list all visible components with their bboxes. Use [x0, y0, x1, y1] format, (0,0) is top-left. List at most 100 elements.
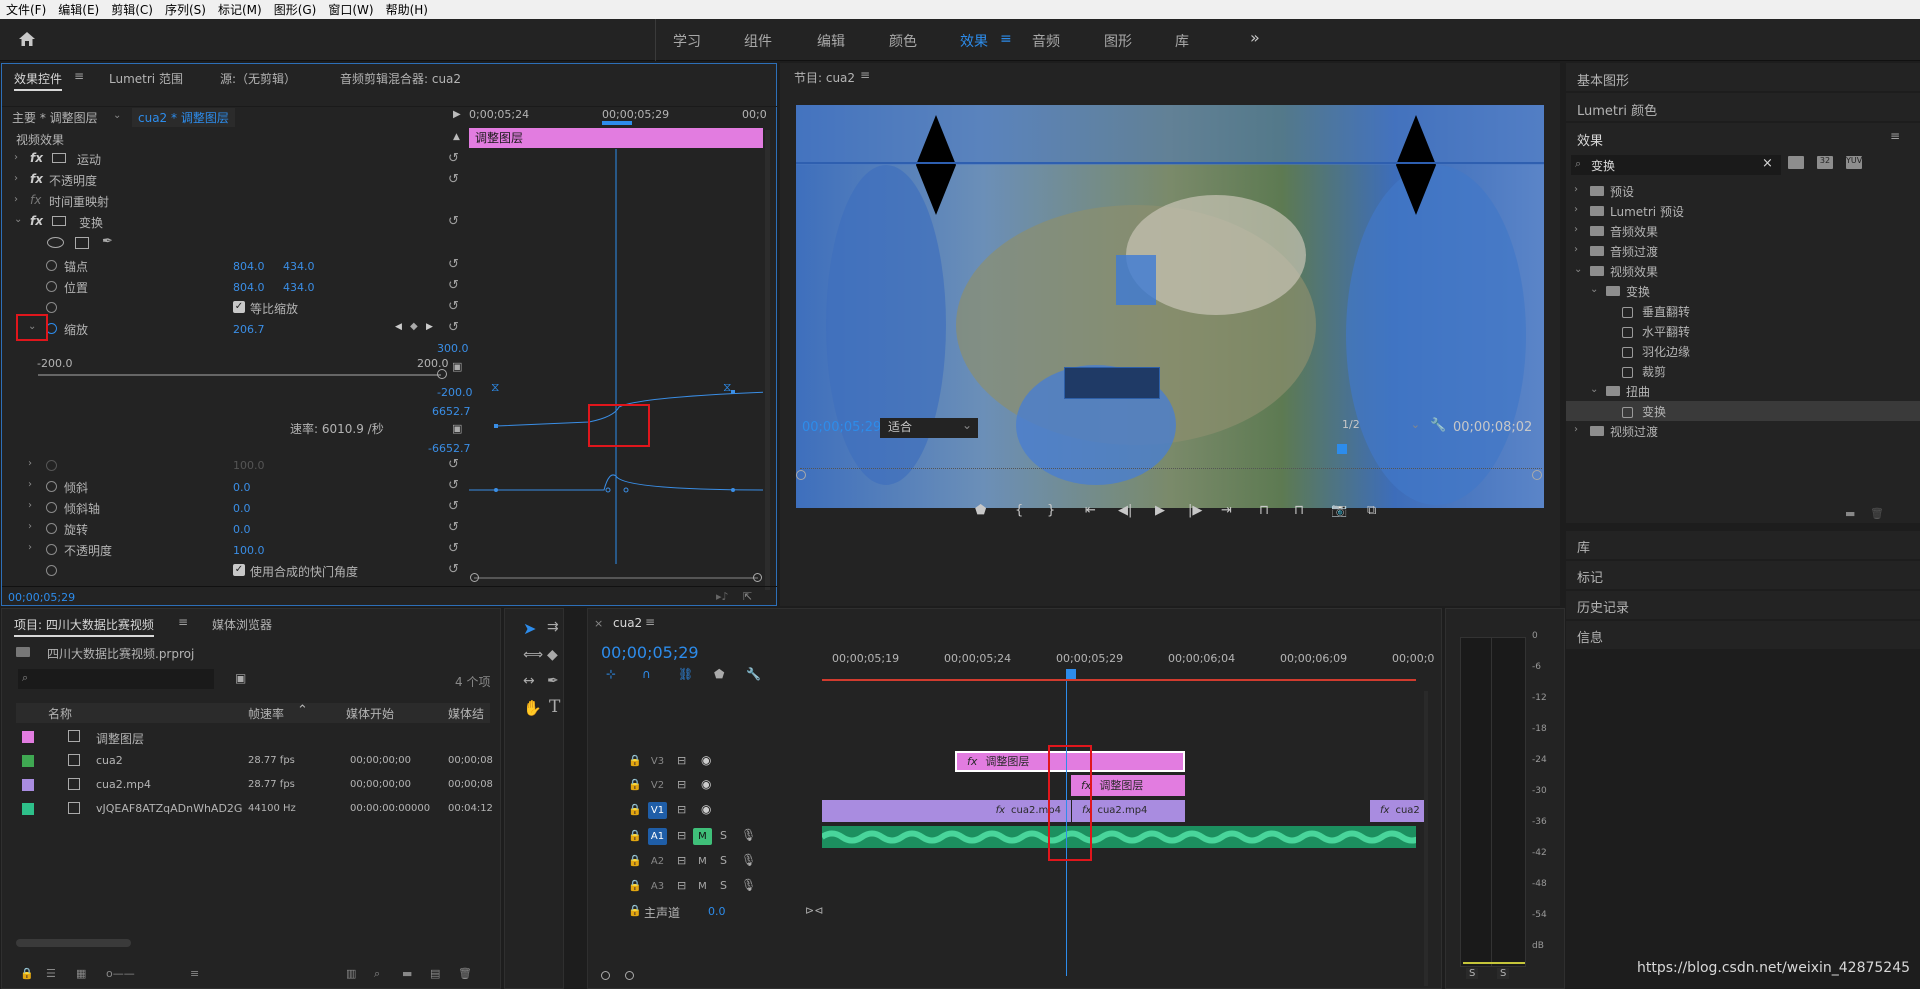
track-target-button[interactable]: A2 — [648, 853, 667, 870]
tab-project[interactable]: 项目: 四川大数据比赛视频 — [14, 616, 154, 637]
solo-button[interactable]: S — [720, 879, 727, 892]
playhead[interactable] — [1337, 444, 1347, 454]
workspace-menu-icon[interactable]: ≡ — [1000, 31, 1012, 47]
reset-icon[interactable]: ↺ — [448, 257, 459, 272]
graph-menu-icon[interactable]: ▣ — [452, 422, 462, 435]
menu-item[interactable]: 剪辑(C) — [105, 1, 159, 18]
panel-menu-icon[interactable]: ≡ — [74, 69, 84, 83]
graph-menu-icon[interactable]: ▣ — [452, 360, 462, 373]
sort-icon[interactable]: ≡ — [190, 967, 199, 980]
track-select-icon[interactable]: ⇉ — [547, 619, 559, 635]
ellipse-mask-icon[interactable] — [47, 237, 64, 248]
reset-icon[interactable]: ↺ — [448, 562, 459, 577]
master-volume[interactable]: 0.0 — [708, 905, 726, 918]
solo-button[interactable]: S — [720, 854, 727, 867]
razor-tool-icon[interactable]: ◆ — [547, 647, 558, 663]
new-bin-icon[interactable]: ▬ — [402, 967, 412, 980]
menu-item[interactable]: 图形(G) — [268, 1, 323, 18]
project-row[interactable]: cua2.mp4 28.77 fps 00;00;00;00 00;00;08 — [16, 775, 493, 797]
filter-icon[interactable]: ▸♪ — [716, 590, 729, 603]
graph-scrollbar[interactable] — [474, 577, 758, 579]
lock-icon[interactable]: 🔒 — [20, 967, 34, 980]
export-frame-icon[interactable]: 📷 — [1331, 503, 1347, 518]
effects-tree-item[interactable]: › 视频过渡 — [1566, 421, 1920, 441]
lumetri-color-tab[interactable]: Lumetri 颜色 — [1577, 100, 1657, 119]
position-y-value[interactable]: 434.0 — [283, 281, 315, 294]
sidebar-section[interactable]: 库 — [1566, 531, 1920, 559]
find-icon[interactable]: ⌕ — [374, 967, 380, 981]
label-color-swatch[interactable] — [22, 731, 34, 743]
label-color-swatch[interactable] — [22, 803, 34, 815]
reset-icon[interactable]: ↺ — [448, 320, 459, 335]
clear-icon[interactable]: 🗑 — [458, 967, 472, 980]
panel-menu-icon[interactable]: ≡ — [1890, 129, 1900, 143]
lock-icon[interactable]: 🔒 — [628, 879, 642, 892]
new-bin-icon[interactable]: ▬ — [1845, 507, 1855, 520]
pen-tool-icon[interactable]: ✒ — [547, 673, 559, 689]
delete-icon[interactable]: 🗑 — [1870, 507, 1884, 520]
hand-tool-icon[interactable]: ✋ — [523, 699, 542, 717]
position-x-value[interactable]: 804.0 — [233, 281, 265, 294]
tab-source[interactable]: 源:（无剪辑） — [220, 70, 296, 87]
home-icon[interactable] — [18, 31, 36, 47]
timeline-playhead[interactable] — [1066, 669, 1076, 679]
microphone-icon[interactable]: 🎙 — [741, 853, 756, 867]
scrub-bar[interactable] — [800, 453, 1542, 469]
sidebar-section[interactable]: 历史记录 — [1566, 591, 1920, 619]
linked-selection-icon[interactable]: ⛓ — [678, 667, 693, 681]
tab-media-browser[interactable]: 媒体浏览器 — [212, 616, 272, 633]
tab-lumetri-scopes[interactable]: Lumetri 范围 — [109, 70, 183, 87]
collapse-arrow-icon[interactable]: ▲ — [453, 132, 460, 142]
workspace-tab[interactable]: 编辑 — [817, 31, 845, 51]
reset-icon[interactable]: ↺ — [448, 541, 459, 556]
rotation-value[interactable]: 0.0 — [233, 523, 251, 536]
skew-axis-value[interactable]: 0.0 — [233, 502, 251, 515]
extract-icon[interactable]: ⊓ — [1294, 503, 1304, 518]
master-clip-label[interactable]: 主要 * 调整图层 — [12, 109, 98, 126]
reset-icon[interactable]: ↺ — [448, 278, 459, 293]
expand-arrow-icon[interactable]: ▶ — [453, 109, 461, 120]
reset-icon[interactable]: ↺ — [448, 499, 459, 514]
scale-value[interactable]: 206.7 — [233, 323, 265, 336]
horizontal-scrollbar[interactable] — [16, 939, 131, 947]
resolution-dropdown[interactable]: 1/2 ⌄ — [1342, 418, 1426, 438]
yuv-effects-icon[interactable]: YUV — [1846, 156, 1862, 169]
ripple-edit-icon[interactable]: ⟺ — [523, 647, 543, 663]
32bit-effects-icon[interactable]: 32 — [1817, 156, 1833, 169]
sync-lock-icon[interactable]: ⊟ — [677, 803, 686, 816]
effects-tree-item[interactable]: › 音频效果 — [1566, 221, 1920, 241]
basic-graphics-tab[interactable]: 基本图形 — [1577, 70, 1629, 89]
icon-view-icon[interactable]: ▦ — [76, 967, 86, 980]
skew-value[interactable]: 0.0 — [233, 481, 251, 494]
track-target-button[interactable]: A1 — [648, 828, 667, 845]
anchor-x-value[interactable]: 804.0 — [233, 260, 265, 273]
mark-in-icon[interactable]: { — [1015, 503, 1023, 518]
shutter-checkbox[interactable]: ✓ — [233, 564, 245, 576]
label-color-swatch[interactable] — [22, 779, 34, 791]
automate-icon[interactable]: ▥ — [346, 967, 356, 980]
workspace-tab[interactable]: 组件 — [744, 31, 772, 51]
stopwatch-icon[interactable] — [46, 523, 57, 534]
mute-button[interactable]: M — [693, 853, 712, 870]
lock-icon[interactable]: 🔒 — [628, 854, 642, 867]
vertical-scrollbar[interactable] — [765, 130, 770, 590]
project-row[interactable]: cua2 28.77 fps 00;00;00;00 00;00;08 — [16, 751, 493, 773]
go-to-in-icon[interactable]: ⇤ — [1085, 503, 1096, 518]
snap-icon[interactable]: ∩ — [642, 667, 651, 681]
panel-menu-icon[interactable]: ≡ — [178, 615, 188, 629]
track-target-button[interactable]: V3 — [648, 753, 667, 770]
workspace-tab[interactable]: 音频 — [1032, 31, 1060, 51]
reset-icon[interactable]: ↺ — [448, 299, 459, 314]
effects-search-input[interactable]: ⌕ 变换 — [1571, 155, 1781, 175]
effects-tree-item[interactable]: 水平翻转 — [1566, 321, 1920, 341]
clip-v1-a[interactable]: fx cua2.mp4 — [822, 800, 1071, 822]
floating-toolbar[interactable] — [1064, 367, 1160, 399]
video-frame[interactable] — [796, 105, 1544, 508]
panel-menu-icon[interactable]: ≡ — [860, 68, 870, 82]
col-media-end[interactable]: 媒体结 — [448, 705, 484, 722]
sync-lock-icon[interactable]: ⊟ — [677, 879, 686, 892]
track-target-button[interactable]: V1 — [648, 802, 667, 819]
menu-item[interactable]: 标记(M) — [212, 1, 268, 18]
timeline-timecode[interactable]: 00;00;05;29 — [601, 643, 699, 662]
accelerated-effects-icon[interactable] — [1788, 156, 1804, 169]
